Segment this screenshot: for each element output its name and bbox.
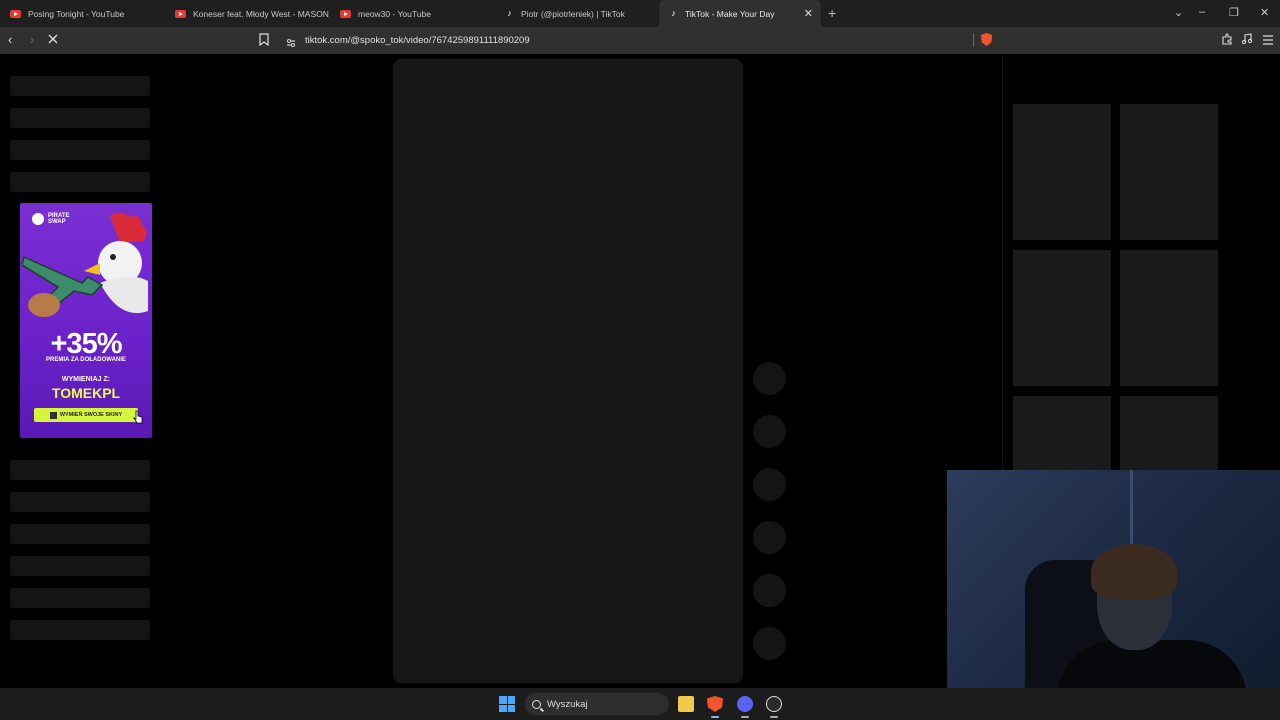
back-icon[interactable]: ‹ bbox=[8, 33, 12, 47]
minimize-icon[interactable]: – bbox=[1199, 6, 1205, 18]
action-button-skeleton[interactable] bbox=[753, 574, 786, 607]
bookmark-button-skeleton[interactable] bbox=[753, 468, 786, 501]
sidebar-skeleton bbox=[10, 172, 150, 192]
restore-icon[interactable]: ❐ bbox=[1229, 6, 1239, 19]
ad-promo-code: TOMEKPL bbox=[51, 385, 121, 401]
tab-piotr-tiktok[interactable]: ♪ Piotr (@piotrleniek) | TikTok bbox=[495, 0, 658, 27]
tiktok-icon: ♪ bbox=[507, 8, 512, 18]
tab-posing-tonight[interactable]: Posing Tonight - YouTube bbox=[0, 0, 165, 27]
related-video-skeleton[interactable] bbox=[1013, 250, 1111, 386]
new-tab-icon[interactable]: + bbox=[828, 5, 836, 21]
tab-title: meow30 - YouTube bbox=[358, 8, 431, 19]
close-tab-icon[interactable]: ✕ bbox=[804, 7, 813, 20]
weapon-skin-icon bbox=[22, 255, 104, 317]
mouse-cursor-icon bbox=[133, 410, 143, 424]
app-running-indicator bbox=[770, 716, 778, 718]
youtube-icon bbox=[340, 9, 351, 18]
tiktok-icon: ♪ bbox=[671, 8, 676, 18]
site-settings-icon[interactable] bbox=[286, 35, 296, 47]
address-bar[interactable]: tiktok.com/@spoko_tok/video/767425989111… bbox=[282, 30, 1000, 51]
checkbox-icon bbox=[49, 411, 57, 419]
navigation-bar: ‹ › tiktok.com/@spoko_tok/video/76742598… bbox=[0, 27, 1280, 54]
steam-icon[interactable] bbox=[766, 696, 782, 712]
like-button-skeleton[interactable] bbox=[753, 362, 786, 395]
pirate-logo-icon bbox=[32, 213, 44, 225]
ad-cta-label: WYMIEŃ SWOJE SKINY bbox=[59, 412, 123, 418]
active-app-indicator bbox=[711, 716, 719, 718]
related-video-skeleton[interactable] bbox=[1120, 250, 1218, 386]
tab-title: Piotr (@piotrleniek) | TikTok bbox=[521, 8, 625, 19]
sidebar-skeleton bbox=[10, 524, 150, 544]
bookmark-icon[interactable] bbox=[259, 33, 269, 49]
tab-title: Posing Tonight - YouTube bbox=[28, 8, 125, 19]
stop-loading-icon[interactable] bbox=[48, 33, 58, 44]
tab-strip: Posing Tonight - YouTube Koneser feat. M… bbox=[0, 0, 1280, 27]
file-explorer-icon[interactable] bbox=[678, 696, 694, 712]
ad-cta-button[interactable]: WYMIEŃ SWOJE SKINY bbox=[34, 408, 138, 422]
share-button-skeleton[interactable] bbox=[753, 521, 786, 554]
comment-button-skeleton[interactable] bbox=[753, 415, 786, 448]
sidebar-skeleton bbox=[10, 492, 150, 512]
sidebar-skeleton bbox=[10, 556, 150, 576]
tab-meow30[interactable]: meow30 - YouTube bbox=[330, 0, 495, 27]
taskbar-search[interactable]: Wyszukaj bbox=[525, 693, 669, 715]
ad-code-label: WYMIENIAJ Z: bbox=[61, 376, 111, 383]
sidebar-skeleton bbox=[10, 460, 150, 480]
app-running-indicator bbox=[741, 716, 749, 718]
action-button-skeleton[interactable] bbox=[753, 627, 786, 660]
tab-title: TikTok - Make Your Day bbox=[685, 8, 775, 19]
related-video-skeleton[interactable] bbox=[1120, 396, 1218, 470]
sidebar-skeleton bbox=[10, 588, 150, 608]
windows-start-icon[interactable] bbox=[499, 696, 515, 712]
discord-icon[interactable] bbox=[737, 696, 753, 712]
menu-icon[interactable] bbox=[1262, 34, 1274, 48]
url-text: tiktok.com/@spoko_tok/video/767425989111… bbox=[305, 35, 530, 46]
close-window-icon[interactable]: ✕ bbox=[1260, 6, 1269, 19]
video-player-skeleton[interactable] bbox=[393, 59, 743, 683]
tab-search-chevron-icon[interactable]: ⌄ bbox=[1174, 6, 1183, 19]
related-video-skeleton[interactable] bbox=[1013, 104, 1111, 240]
search-icon bbox=[532, 699, 541, 709]
sidebar-skeleton bbox=[10, 140, 150, 160]
related-video-skeleton[interactable] bbox=[1013, 396, 1111, 470]
extensions-icon[interactable] bbox=[1221, 33, 1233, 48]
youtube-icon bbox=[175, 9, 186, 18]
webcam-person-hair bbox=[1091, 544, 1177, 599]
tab-title: Koneser feat. Młody West - MASON bbox=[193, 8, 329, 19]
tab-tiktok-active[interactable]: ♪ TikTok - Make Your Day ✕ bbox=[659, 0, 821, 27]
youtube-icon bbox=[10, 9, 21, 18]
sidebar-skeleton bbox=[10, 108, 150, 128]
column-divider bbox=[1002, 54, 1003, 474]
tab-koneser[interactable]: Koneser feat. Młody West - MASON bbox=[165, 0, 330, 27]
ad-subline: PREMIA ZA DOŁADOWANIE bbox=[46, 357, 126, 363]
sidebar-skeleton bbox=[10, 620, 150, 640]
address-divider bbox=[973, 33, 974, 47]
forward-icon[interactable]: › bbox=[30, 33, 34, 47]
webcam-overlay bbox=[947, 470, 1280, 720]
related-video-skeleton[interactable] bbox=[1120, 104, 1218, 240]
media-music-icon[interactable] bbox=[1241, 33, 1253, 48]
taskbar-search-placeholder: Wyszukaj bbox=[547, 698, 588, 710]
pirateswap-ad-banner[interactable]: PIRATE SWAP +35% PREMIA ZA DOŁADOWANIE W… bbox=[20, 203, 152, 438]
sidebar-skeleton bbox=[10, 76, 150, 96]
